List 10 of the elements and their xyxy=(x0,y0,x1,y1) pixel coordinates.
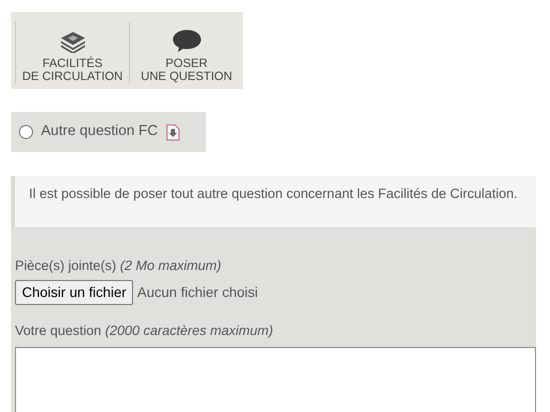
file-status: Aucun fichier choisi xyxy=(137,283,258,302)
info-text: Il est possible de poser tout autre question concernant les Facilités de Circulation. xyxy=(11,176,536,227)
choose-file-button[interactable]: Choisir un fichier xyxy=(15,280,134,306)
document-download-icon[interactable] xyxy=(166,124,180,140)
nav-tab[interactable]: POSER UNE QUESTION xyxy=(129,22,243,83)
option-radio[interactable] xyxy=(19,125,33,139)
attachment-label: Pièce(s) jointe(s) (2 Mo maximum) xyxy=(15,257,222,275)
speech-bubble-icon xyxy=(172,28,202,53)
question-label: Votre question (2000 caractères maximum) xyxy=(15,322,274,340)
nav-tab[interactable]: FACILITÉS DE CIRCULATION xyxy=(15,22,129,83)
